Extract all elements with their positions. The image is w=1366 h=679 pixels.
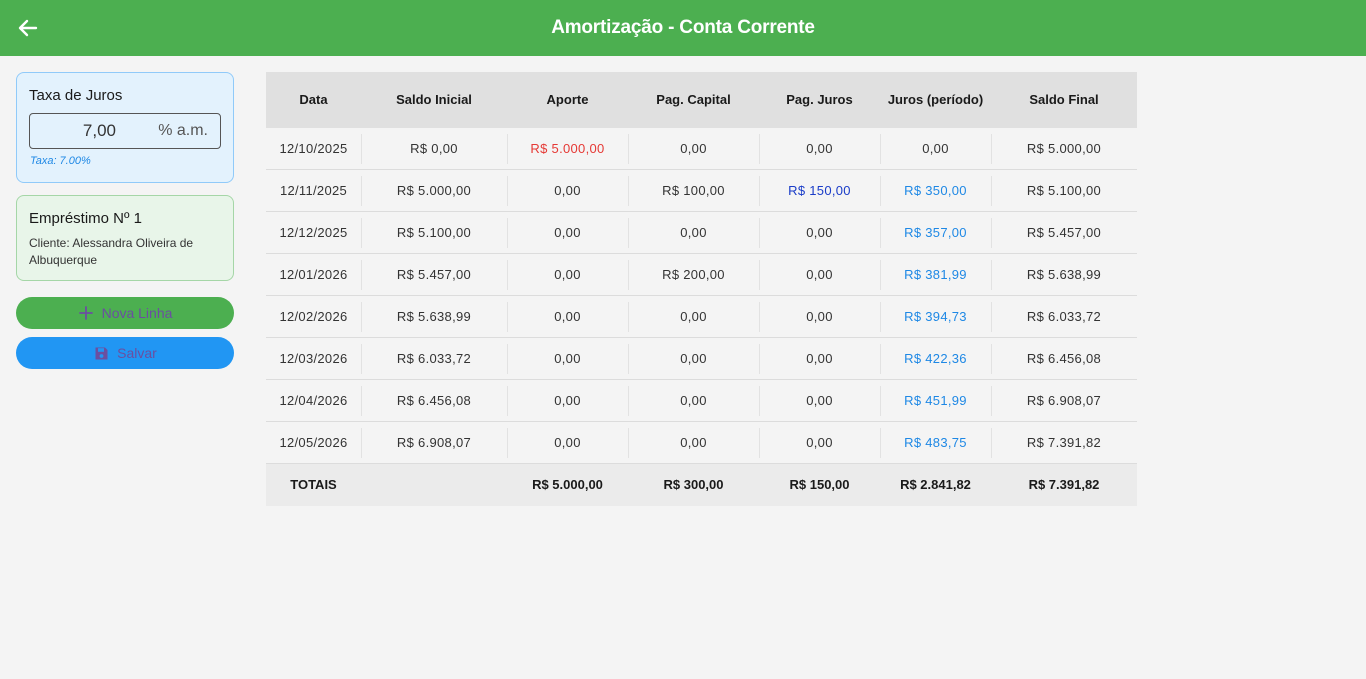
loan-panel: Empréstimo Nº 1 Cliente: Alessandra Oliv…	[16, 195, 234, 281]
loan-client: Cliente: Alessandra Oliveira de Albuquer…	[29, 236, 194, 267]
interest-rate-value[interactable]: 7,00	[30, 114, 116, 148]
cell-pag-capital: 0,00	[680, 351, 707, 366]
cell-pag-juros: 0,00	[806, 225, 833, 240]
header-pag-capital: Pag. Capital	[656, 92, 731, 107]
table-row: 12/04/2026 R$ 6.456,08 0,00 0,00 0,00 R$ 451,…	[266, 380, 1137, 422]
table-row: 12/12/2025 R$ 5.100,00 0,00 0,00 0,00 R$ 357,…	[266, 212, 1137, 254]
interest-rate-helper: Taxa: 7.00%	[30, 155, 91, 167]
cell-pag-capital: R$ 200,00	[662, 267, 725, 282]
floppy-disk-icon	[93, 345, 109, 361]
cell-saldo-inicial: R$ 6.033,72	[396, 351, 472, 366]
cell-pag-juros: 0,00	[806, 141, 833, 156]
cell-aporte: 0,00	[554, 267, 581, 282]
table-row: 12/11/2025 R$ 5.000,00 0,00 R$ 100,00 R$ 150…	[266, 170, 1137, 212]
cell-saldo-final: R$ 6.908,07	[1026, 393, 1102, 408]
save-label: Salvar	[117, 345, 157, 361]
cell-pag-capital: R$ 100,00	[662, 183, 725, 198]
amortization-table: Data Saldo Inicial Aporte Pag. Capital P…	[266, 72, 1137, 506]
cell-data[interactable]: 12/11/2025	[266, 170, 361, 212]
cell-pag-capital: 0,00	[680, 225, 707, 240]
cell-data[interactable]: 12/02/2026	[266, 296, 361, 338]
cell-aporte: 0,00	[554, 309, 581, 324]
new-row-label: Nova Linha	[101, 305, 173, 321]
cell-pag-juros: R$ 150,00	[788, 183, 851, 198]
table-row: 12/02/2026 R$ 5.638,99 0,00 0,00 0,00 R$ 394,…	[266, 296, 1137, 338]
cell-saldo-final: R$ 7.391,82	[1026, 435, 1102, 450]
table-header: Data Saldo Inicial Aporte Pag. Capital P…	[266, 72, 1137, 128]
header-juros-periodo: Juros (período)	[887, 92, 984, 107]
cell-saldo-inicial: R$ 5.638,99	[396, 309, 472, 324]
table-row: 12/10/2025 R$ 0,00 R$ 5.000,00 0,00 0,00 0,00…	[266, 128, 1137, 170]
cell-saldo-final: R$ 5.457,00	[1026, 225, 1102, 240]
cell-aporte: 0,00	[554, 183, 581, 198]
cell-saldo-inicial: R$ 5.457,00	[396, 267, 472, 282]
cell-pag-juros: 0,00	[806, 309, 833, 324]
header-pag-juros: Pag. Juros	[786, 92, 853, 107]
cell-aporte: R$ 5.000,00	[530, 141, 605, 156]
cell-pag-capital: 0,00	[680, 141, 707, 156]
cell-saldo-inicial: R$ 6.456,08	[396, 393, 472, 408]
interest-rate-suffix: % a.m.	[158, 122, 208, 139]
table-row: 12/05/2026 R$ 6.908,07 0,00 0,00 0,00 R$ 483,…	[266, 422, 1137, 464]
cell-data[interactable]: 12/01/2026	[266, 254, 361, 296]
app-bar: Amortização - Conta Corrente	[0, 0, 1366, 56]
cell-juros-periodo: R$ 357,00	[904, 225, 967, 240]
header-aporte: Aporte	[546, 92, 589, 107]
table-row: 12/03/2026 R$ 6.033,72 0,00 0,00 0,00 R$ 422,…	[266, 338, 1137, 380]
cell-pag-capital: 0,00	[680, 393, 707, 408]
totals-label: TOTAIS	[290, 477, 337, 492]
totals-pag-juros: R$ 150,00	[789, 477, 850, 492]
cell-juros-periodo: 0,00	[922, 141, 949, 156]
cell-juros-periodo: R$ 483,75	[904, 435, 967, 450]
cell-data[interactable]: 12/04/2026	[266, 380, 361, 422]
save-button[interactable]: Salvar	[16, 337, 234, 369]
cell-juros-periodo: R$ 394,73	[904, 309, 967, 324]
totals-aporte: R$ 5.000,00	[532, 477, 603, 492]
cell-juros-periodo: R$ 422,36	[904, 351, 967, 366]
table-row: 12/01/2026 R$ 5.457,00 0,00 R$ 200,00 0,00 R$…	[266, 254, 1137, 296]
cell-data[interactable]: 12/12/2025	[266, 212, 361, 254]
cell-pag-juros: 0,00	[806, 393, 833, 408]
cell-saldo-final: R$ 5.000,00	[1026, 141, 1102, 156]
cell-pag-capital: 0,00	[680, 435, 707, 450]
loan-title: Empréstimo Nº 1	[29, 210, 143, 227]
header-saldo-final: Saldo Final	[1029, 92, 1099, 107]
cell-pag-juros: 0,00	[806, 267, 833, 282]
cell-aporte: 0,00	[554, 225, 581, 240]
cell-juros-periodo: R$ 381,99	[904, 267, 967, 282]
cell-pag-capital: 0,00	[680, 309, 707, 324]
interest-rate-panel: Taxa de Juros 7,00 % a.m. Taxa: 7.00%	[16, 72, 234, 183]
interest-rate-title: Taxa de Juros	[29, 87, 123, 104]
cell-saldo-final: R$ 5.100,00	[1026, 183, 1102, 198]
cell-juros-periodo: R$ 451,99	[904, 393, 967, 408]
interest-rate-input[interactable]: 7,00 % a.m.	[29, 113, 221, 149]
cell-aporte: 0,00	[554, 435, 581, 450]
totals-pag-capital: R$ 300,00	[663, 477, 724, 492]
cell-data[interactable]: 12/10/2025	[266, 128, 361, 170]
cell-saldo-final: R$ 5.638,99	[1026, 267, 1102, 282]
cell-saldo-final: R$ 6.456,08	[1026, 351, 1102, 366]
cell-pag-juros: 0,00	[806, 351, 833, 366]
cell-saldo-inicial: R$ 5.100,00	[396, 225, 472, 240]
cell-saldo-final: R$ 6.033,72	[1026, 309, 1102, 324]
cell-saldo-inicial: R$ 0,00	[410, 141, 458, 156]
cell-data[interactable]: 12/03/2026	[266, 338, 361, 380]
header-data: Data	[299, 92, 328, 107]
table-totals-row: TOTAIS R$ 5.000,00 R$ 300,00 R$ 150,00 R…	[266, 464, 1137, 506]
page-title: Amortização - Conta Corrente	[551, 17, 815, 38]
header-saldo-inicial: Saldo Inicial	[396, 92, 472, 107]
cell-aporte: 0,00	[554, 393, 581, 408]
cell-saldo-inicial: R$ 5.000,00	[396, 183, 472, 198]
cell-saldo-inicial: R$ 6.908,07	[396, 435, 472, 450]
new-row-button[interactable]: Nova Linha	[16, 297, 234, 329]
cell-pag-juros: 0,00	[806, 435, 833, 450]
cell-data[interactable]: 12/05/2026	[266, 422, 361, 464]
cell-juros-periodo: R$ 350,00	[904, 183, 967, 198]
totals-saldo-final: R$ 7.391,82	[1028, 477, 1100, 492]
plus-icon	[78, 305, 94, 321]
totals-juros-periodo: R$ 2.841,82	[900, 477, 971, 492]
cell-aporte: 0,00	[554, 351, 581, 366]
